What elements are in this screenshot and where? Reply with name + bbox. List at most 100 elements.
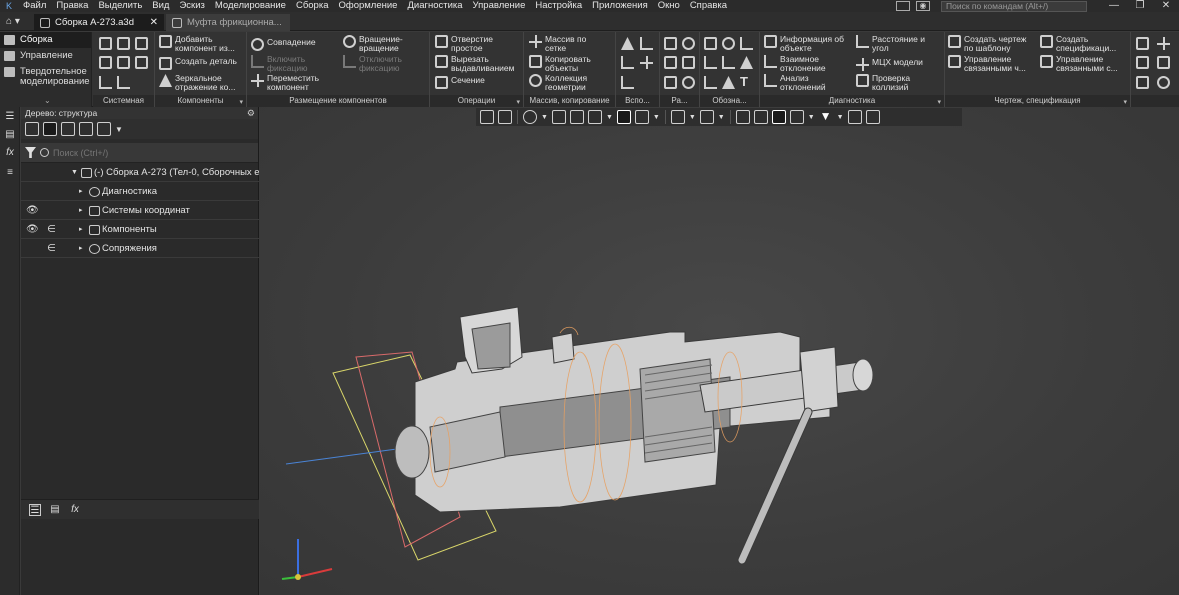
save-as-icon[interactable] [135, 56, 148, 69]
tree-structure-icon[interactable]: ☰ [4, 111, 16, 123]
open-icon[interactable] [117, 37, 130, 50]
point-icon[interactable] [640, 56, 653, 69]
filter-icon[interactable] [25, 147, 36, 158]
menu-sketch[interactable]: Эскиз [174, 0, 209, 12]
include-icon[interactable]: ∈ [47, 220, 56, 239]
zoom-fit-icon[interactable] [498, 110, 512, 124]
angle-dimension-icon[interactable] [704, 56, 717, 69]
curve-icon[interactable] [621, 76, 634, 89]
plane-icon[interactable] [621, 37, 634, 50]
close-icon[interactable]: ✕ [1153, 0, 1179, 12]
print-icon[interactable] [99, 56, 112, 69]
base-icon[interactable] [740, 56, 753, 69]
create-part-button[interactable]: Создать деталь [159, 57, 237, 70]
chevron-down-icon[interactable]: ▼ [689, 114, 696, 121]
weld-icon[interactable] [704, 76, 717, 89]
filter-icon[interactable]: ▼ [819, 110, 833, 124]
sketch-plane-icon[interactable] [789, 110, 804, 124]
home-icon[interactable]: ⌂ ▾ [2, 15, 32, 29]
app-logo-icon[interactable]: K [0, 0, 18, 12]
screenshot-icon[interactable]: ◉ [916, 1, 930, 11]
menu-management[interactable]: Управление [468, 0, 531, 12]
axis-icon[interactable] [640, 37, 653, 50]
expand-arrow-icon[interactable]: ▸ [79, 220, 83, 239]
extra-tool-icon[interactable] [1157, 37, 1170, 50]
window-layout-icon[interactable] [896, 1, 910, 11]
visibility-icon[interactable] [670, 110, 685, 124]
chevron-down-icon[interactable]: ▾ [937, 98, 941, 106]
menu-window[interactable]: Окно [653, 0, 685, 12]
tab-assembly-a273[interactable]: Сборка А-273.a3d ✕ [34, 14, 164, 31]
mirror-component-button[interactable]: Зеркальное отражение ко... [159, 74, 245, 91]
eraser-icon[interactable] [704, 37, 717, 50]
tab-close-icon[interactable]: ✕ [150, 17, 158, 28]
rotation-button[interactable]: Вращение-вращение [343, 35, 415, 52]
tree-row-root[interactable]: ▼ (-) Сборка А-273 (Тел-0, Сборочных ед [21, 163, 259, 182]
create-drawing-button[interactable]: Создать чертеж по шаблону [948, 35, 1038, 52]
command-search-input[interactable]: Поиск по командам (Alt+/) [941, 0, 1087, 12]
disable-fixation-button[interactable]: Отключить фиксацию [343, 55, 415, 72]
hole-button[interactable]: Отверстие простое [435, 35, 513, 52]
menu-drafting[interactable]: Оформление [334, 0, 403, 12]
tree-search-input[interactable] [53, 147, 233, 158]
chevron-down-icon[interactable]: ⌄ [44, 96, 51, 105]
measure-icon[interactable] [847, 110, 862, 124]
menu-view[interactable]: Вид [147, 0, 174, 12]
explode-icon[interactable] [753, 110, 768, 124]
mode-assembly[interactable]: Сборка [0, 32, 91, 48]
tab-friction-clutch[interactable]: Муфта фрикционна... [166, 14, 290, 31]
chevron-down-icon[interactable]: ▾ [1123, 98, 1127, 106]
move-component-button[interactable]: Переместить компонент [251, 74, 327, 91]
filter-tree-icon[interactable] [97, 122, 111, 136]
include-icon[interactable]: ∈ [47, 239, 56, 258]
tree-tab-icon[interactable]: ☰ [29, 503, 41, 516]
menu-applications[interactable]: Приложения [587, 0, 653, 12]
redo-icon[interactable] [117, 76, 130, 89]
structure-view-icon[interactable] [43, 122, 57, 136]
chevron-down-icon[interactable]: ▼ [653, 114, 660, 121]
section-view-icon[interactable] [735, 110, 750, 124]
chevron-down-icon[interactable]: ▾ [239, 98, 243, 106]
array-grid-button[interactable]: Массив по сетке [529, 35, 600, 52]
chevron-down-icon[interactable]: ▾ [516, 98, 520, 106]
minimize-icon[interactable]: — [1101, 0, 1127, 12]
build-order-icon[interactable] [61, 122, 75, 136]
chevron-down-icon[interactable]: ▼ [115, 125, 123, 134]
layers-icon[interactable]: ≡ [4, 167, 16, 179]
properties-icon[interactable]: ▤ [4, 129, 16, 141]
tree-row-diagnostics[interactable]: ▸ Диагностика [21, 182, 259, 201]
chevron-down-icon[interactable]: ▼ [606, 114, 613, 121]
perspective-icon[interactable] [771, 110, 786, 124]
extra-tool-icon[interactable] [1136, 56, 1149, 69]
save-icon[interactable] [135, 37, 148, 50]
chevron-down-icon[interactable]: ▼ [718, 114, 725, 121]
body-icon[interactable] [682, 56, 695, 69]
expand-arrow-icon[interactable]: ▸ [79, 182, 83, 201]
tree-row-components[interactable]: 👁 ∈ ▸ Компоненты [21, 220, 259, 239]
expand-arrow-icon[interactable]: ▸ [79, 201, 83, 220]
group-icon[interactable] [79, 122, 93, 136]
section-button[interactable]: Сечение [435, 76, 485, 89]
properties-tab-icon[interactable]: ▤ [49, 504, 61, 516]
manage-linked-drawings-button[interactable]: Управление связанными ч... [948, 55, 1038, 72]
mode-solid-modeling[interactable]: Твердотельное моделирование [0, 64, 91, 90]
distance-angle-button[interactable]: Расстояние и угол [856, 35, 938, 52]
3d-viewport[interactable]: ▼ ▼ ▼ ▼ ▼ ▼ ▼ ▼ [260, 107, 1179, 595]
eye-icon[interactable]: 👁 [26, 201, 39, 220]
surface-icon[interactable] [664, 56, 677, 69]
target-icon[interactable] [722, 37, 735, 50]
menu-diagnostics[interactable]: Диагностика [402, 0, 467, 12]
extra-tool-icon[interactable] [1157, 56, 1170, 69]
pencil-icon[interactable] [865, 110, 880, 124]
assembly-model[interactable] [394, 306, 874, 565]
collision-check-button[interactable]: Проверка коллизий [856, 74, 927, 91]
menu-help[interactable]: Справка [685, 0, 732, 12]
eye-icon[interactable]: 👁 [26, 220, 39, 239]
text-icon[interactable]: T [740, 74, 753, 89]
mutual-deviation-button[interactable]: Взаимное отклонение [764, 55, 842, 72]
restore-icon[interactable]: ❐ [1127, 0, 1153, 12]
orientation-icon[interactable] [587, 110, 602, 124]
table-icon[interactable] [664, 76, 677, 89]
menu-modeling[interactable]: Моделирование [210, 0, 291, 12]
geometry-collection-button[interactable]: Коллекция геометрии [529, 74, 605, 91]
